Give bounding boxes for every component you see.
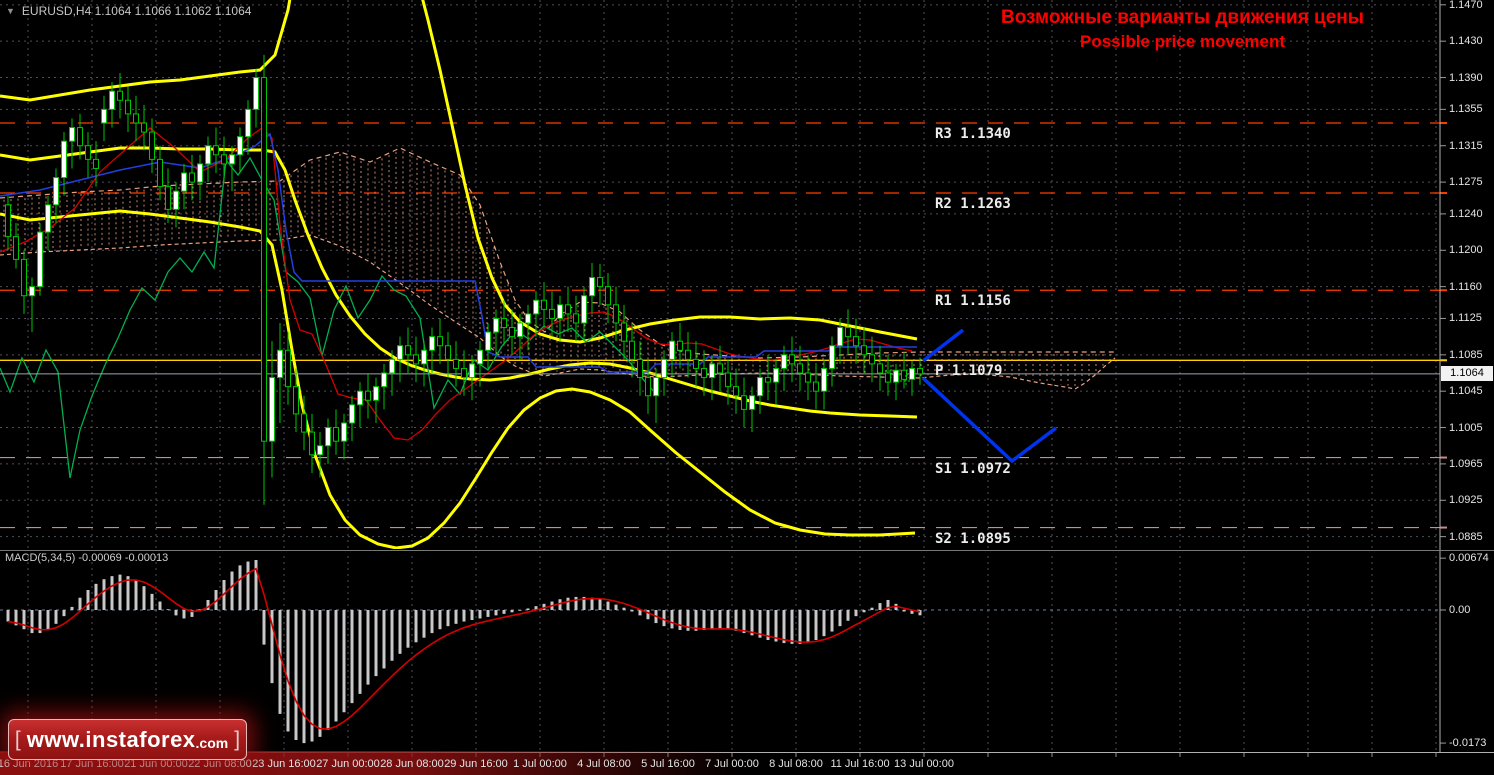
- chart-canvas: [0, 0, 1494, 757]
- time-axis-label: 11 Jul 16:00: [830, 758, 890, 770]
- price-axis-label: 1.1430: [1449, 35, 1483, 48]
- pivot-label-p: P 1.1079: [935, 363, 1003, 380]
- price-axis-label: 1.1355: [1449, 103, 1483, 116]
- price-axis-label: 1.0965: [1449, 457, 1483, 470]
- price-axis-label: 1.1125: [1449, 312, 1482, 325]
- macd-axis-label: 0.00674: [1449, 552, 1489, 565]
- price-axis-label: 1.1470: [1449, 0, 1483, 11]
- time-axis-label: 5 Jul 16:00: [641, 758, 695, 770]
- current-price-badge: 1.1064: [1441, 366, 1493, 382]
- mt4-chart-window: ▼ EURUSD,H4 1.1064 1.1066 1.1062 1.1064 …: [0, 0, 1494, 775]
- logo-bracket-left: [: [14, 727, 21, 751]
- macd-indicator-label: MACD(5,34,5) -0.00069 -0.00013: [5, 552, 169, 564]
- pivot-label-r3: R3 1.1340: [935, 126, 1011, 142]
- time-axis-label: 27 Jun 00:00: [316, 758, 380, 770]
- pivot-label-r1: R1 1.1156: [935, 293, 1011, 310]
- annotation-russian: Возможные варианты движения цены: [1000, 7, 1365, 28]
- symbol-dropdown-icon[interactable]: ▼: [6, 5, 15, 17]
- time-axis-label: 23 Jun 16:00: [252, 758, 316, 770]
- logo-text-suffix: .com: [195, 734, 229, 751]
- price-axis-label: 1.1160: [1449, 280, 1482, 293]
- price-axis-label: 1.1045: [1449, 385, 1483, 398]
- pivot-label-r2: R2 1.1263: [935, 196, 1011, 212]
- logo-bracket-right: ]: [234, 727, 241, 751]
- price-axis-label: 1.1240: [1449, 207, 1483, 220]
- instaforex-logo: [ www.instaforex .com ]: [8, 719, 247, 760]
- price-forecast-annotation: Возможные варианты движения цены Possibl…: [960, 5, 1405, 53]
- time-axis-label: 8 Jul 08:00: [769, 758, 823, 770]
- logo-text: www.instaforex: [26, 726, 196, 752]
- price-axis-label: 1.1085: [1449, 348, 1483, 361]
- price-axis-label: 1.1390: [1449, 71, 1483, 84]
- annotation-english: Possible price movement: [1079, 32, 1286, 51]
- price-axis-label: 1.1005: [1449, 421, 1483, 434]
- price-axis-label: 1.1275: [1449, 176, 1483, 189]
- macd-axis-label: -0.0173: [1449, 737, 1487, 750]
- price-axis-label: 1.0885: [1449, 530, 1483, 543]
- price-axis-label: 1.1315: [1449, 139, 1483, 152]
- symbol-ohlc-text: EURUSD,H4 1.1064 1.1066 1.1062 1.1064: [21, 4, 252, 18]
- time-axis-label: 13 Jul 00:00: [894, 758, 954, 770]
- pivot-label-s2: S2 1.0895: [935, 530, 1011, 547]
- time-axis-label: 29 Jun 16:00: [444, 758, 508, 770]
- macd-axis-label: 0.00: [1449, 604, 1471, 616]
- price-axis-label: 1.0925: [1449, 494, 1483, 507]
- time-axis-label: 4 Jul 08:00: [577, 758, 631, 770]
- pivot-label-s1: S1 1.0972: [935, 460, 1011, 477]
- price-axis-label: 1.1200: [1449, 244, 1483, 257]
- symbol-ohlc-header: ▼ EURUSD,H4 1.1064 1.1066 1.1062 1.1064: [6, 4, 251, 18]
- time-axis-label: 1 Jul 00:00: [513, 758, 567, 770]
- time-axis-label: 28 Jun 08:00: [380, 758, 444, 770]
- time-axis-label: 7 Jul 00:00: [705, 758, 759, 770]
